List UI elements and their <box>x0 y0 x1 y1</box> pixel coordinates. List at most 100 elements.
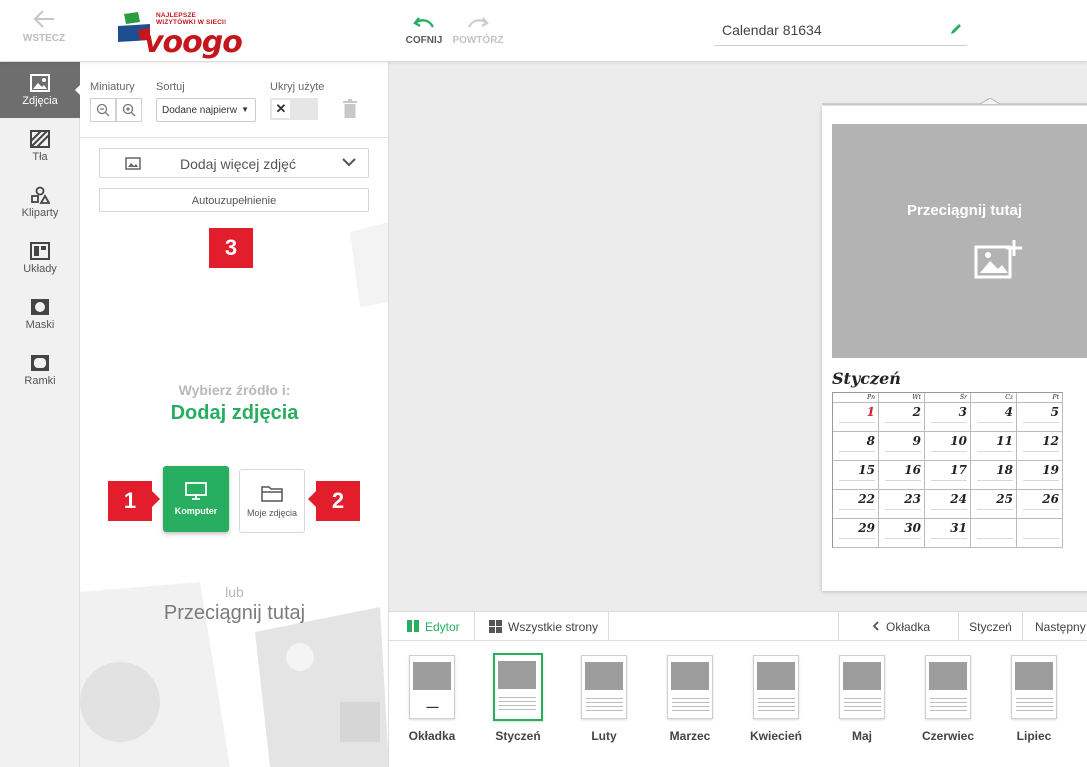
photo-drop-zone[interactable]: Przeciągnij tutaj <box>832 124 1087 358</box>
editor-icon <box>407 620 419 632</box>
mask-icon <box>31 299 49 315</box>
undo-button[interactable]: COFNIJ <box>402 16 446 46</box>
zoom-out-button[interactable] <box>90 98 116 122</box>
divider <box>80 137 388 138</box>
thumbnail-label: Okładka <box>408 729 456 743</box>
hide-used-toggle[interactable]: ✕ <box>270 98 318 120</box>
next-page-button[interactable]: Następny <box>1023 612 1087 641</box>
day-cell: 10 <box>925 432 971 461</box>
day-note-line <box>1023 480 1059 481</box>
day-cell: 12 <box>1017 432 1063 461</box>
sort-select[interactable]: Dodane najpierw ▼ <box>156 98 256 122</box>
weekday-label: Cz <box>971 393 1017 403</box>
computer-source-button[interactable]: Komputer <box>163 466 229 532</box>
step-badge-3: 3 <box>209 228 253 268</box>
day-cell: 15 <box>833 461 879 490</box>
day-note-line <box>885 480 921 481</box>
prev-page-label: Okładka <box>886 620 931 634</box>
step-badge-1: 1 <box>108 481 152 521</box>
day-cell: 18 <box>971 461 1017 490</box>
sidebar-item-backgrounds[interactable]: Tła <box>0 118 80 174</box>
sidebar-item-layouts[interactable]: Układy <box>0 230 80 286</box>
shapes-icon <box>31 186 50 204</box>
thumbnail-page-selected[interactable] <box>493 653 543 721</box>
sidebar-item-label: Układy <box>23 263 57 275</box>
logo-tagline: NAJLEPSZE WIZYTÓWKI W SIECI! <box>156 12 227 26</box>
undo-icon <box>413 17 435 28</box>
my-photos-source-button[interactable]: Moje zdjęcia <box>239 469 305 533</box>
drop-zone-label: Przeciągnij tutaj <box>906 202 1023 219</box>
thumbnail-label: Czerwiec <box>921 729 975 743</box>
tab-editor-label: Edytor <box>425 620 460 634</box>
project-title: Calendar 81634 <box>722 22 822 38</box>
add-image-icon <box>974 240 1022 279</box>
day-cell: 31 <box>925 519 971 548</box>
voogo-logo[interactable]: NAJLEPSZE WIZYTÓWKI W SIECI! voogo <box>116 10 243 60</box>
calendar-page[interactable]: Przeciągnij tutaj Styczeń Pn Wt Śr Cz Pt… <box>822 106 1087 591</box>
day-cell <box>971 519 1017 548</box>
day-note-line <box>885 422 921 423</box>
day-cell: 23 <box>879 490 925 519</box>
zoom-in-icon <box>122 103 136 117</box>
thumbnail-page[interactable] <box>839 655 885 719</box>
add-more-photos-dropdown[interactable]: Dodaj więcej zdjęć <box>99 148 369 178</box>
thumbnail-page[interactable] <box>667 655 713 719</box>
computer-label: Komputer <box>174 506 218 516</box>
thumbs-size-label: Miniatury <box>90 81 135 93</box>
drag-here-label: Przeciągnij tutaj <box>163 602 306 624</box>
day-note-line <box>1023 538 1059 539</box>
add-more-label: Dodaj więcej zdjęć <box>180 156 296 172</box>
trash-icon[interactable] <box>342 99 358 119</box>
sidebar-item-masks[interactable]: Maski <box>0 286 80 342</box>
hide-used-label: Ukryj użyte <box>270 81 325 93</box>
thumbnail-page[interactable] <box>1011 655 1057 719</box>
tab-editor[interactable]: Edytor <box>389 612 475 641</box>
page-navigation-bar: Edytor Wszystkie strony Okładka Styczeń … <box>389 611 1087 641</box>
close-icon: ✕ <box>272 100 290 118</box>
day-note-line <box>931 509 967 510</box>
redo-icon <box>467 17 489 28</box>
tab-all-pages[interactable]: Wszystkie strony <box>475 612 609 641</box>
day-cell: 3 <box>925 403 971 432</box>
redo-button[interactable]: POWTÓRZ <box>450 16 506 46</box>
day-note-line <box>977 480 1013 481</box>
zoom-in-button[interactable] <box>116 98 142 122</box>
pencil-icon[interactable] <box>949 22 963 36</box>
thumbnail-label: Lipiec <box>1016 729 1052 743</box>
day-cell: 30 <box>879 519 925 548</box>
thumbnail-label: Marzec <box>669 729 711 743</box>
thumbnail-label: Maj <box>851 729 872 743</box>
photos-panel: Miniatury Sortuj Dodane najpierw ▼ Ukryj… <box>80 62 389 767</box>
day-note-line <box>839 422 875 423</box>
thumbnail-label: Kwiecień <box>749 729 803 743</box>
calendar-grid: Pn Wt Śr Cz Pt 1 2 3 4 5 8 9 10 11 12 15… <box>832 392 1063 548</box>
day-note-line <box>977 422 1013 423</box>
thumbnail-page[interactable] <box>581 655 627 719</box>
or-label: lub <box>225 584 244 600</box>
thumbnail-page[interactable]: ▬▬▬ <box>409 655 455 719</box>
back-button[interactable]: WSTECZ <box>14 10 74 44</box>
sidebar-item-cliparts[interactable]: Kliparty <box>0 174 80 230</box>
prev-page-button[interactable]: Okładka <box>838 612 959 641</box>
monitor-icon <box>185 482 207 500</box>
frame-icon <box>31 355 49 371</box>
day-note-line <box>931 538 967 539</box>
project-title-field[interactable]: Calendar 81634 <box>714 14 967 46</box>
day-cell: 2 <box>879 403 925 432</box>
day-note-line <box>977 451 1013 452</box>
day-note-line <box>839 509 875 510</box>
weekday-label: Wt <box>879 393 925 403</box>
day-note-line <box>839 451 875 452</box>
day-note-line <box>1023 509 1059 510</box>
sidebar-item-frames[interactable]: Ramki <box>0 342 80 398</box>
thumbnail-page[interactable] <box>925 655 971 719</box>
thumbnail-label: Luty <box>591 729 617 743</box>
thumbnail-page[interactable] <box>753 655 799 719</box>
weekday-label: Śr <box>925 393 971 403</box>
sidebar-item-photos[interactable]: Zdjęcia <box>0 62 81 118</box>
day-note-line <box>885 509 921 510</box>
autofill-button[interactable]: Autouzupełnienie <box>99 188 369 212</box>
day-cell: 4 <box>971 403 1017 432</box>
day-cell: 26 <box>1017 490 1063 519</box>
tool-sidebar: Zdjęcia Tła Kliparty Układy Maski Ramki <box>0 62 81 767</box>
